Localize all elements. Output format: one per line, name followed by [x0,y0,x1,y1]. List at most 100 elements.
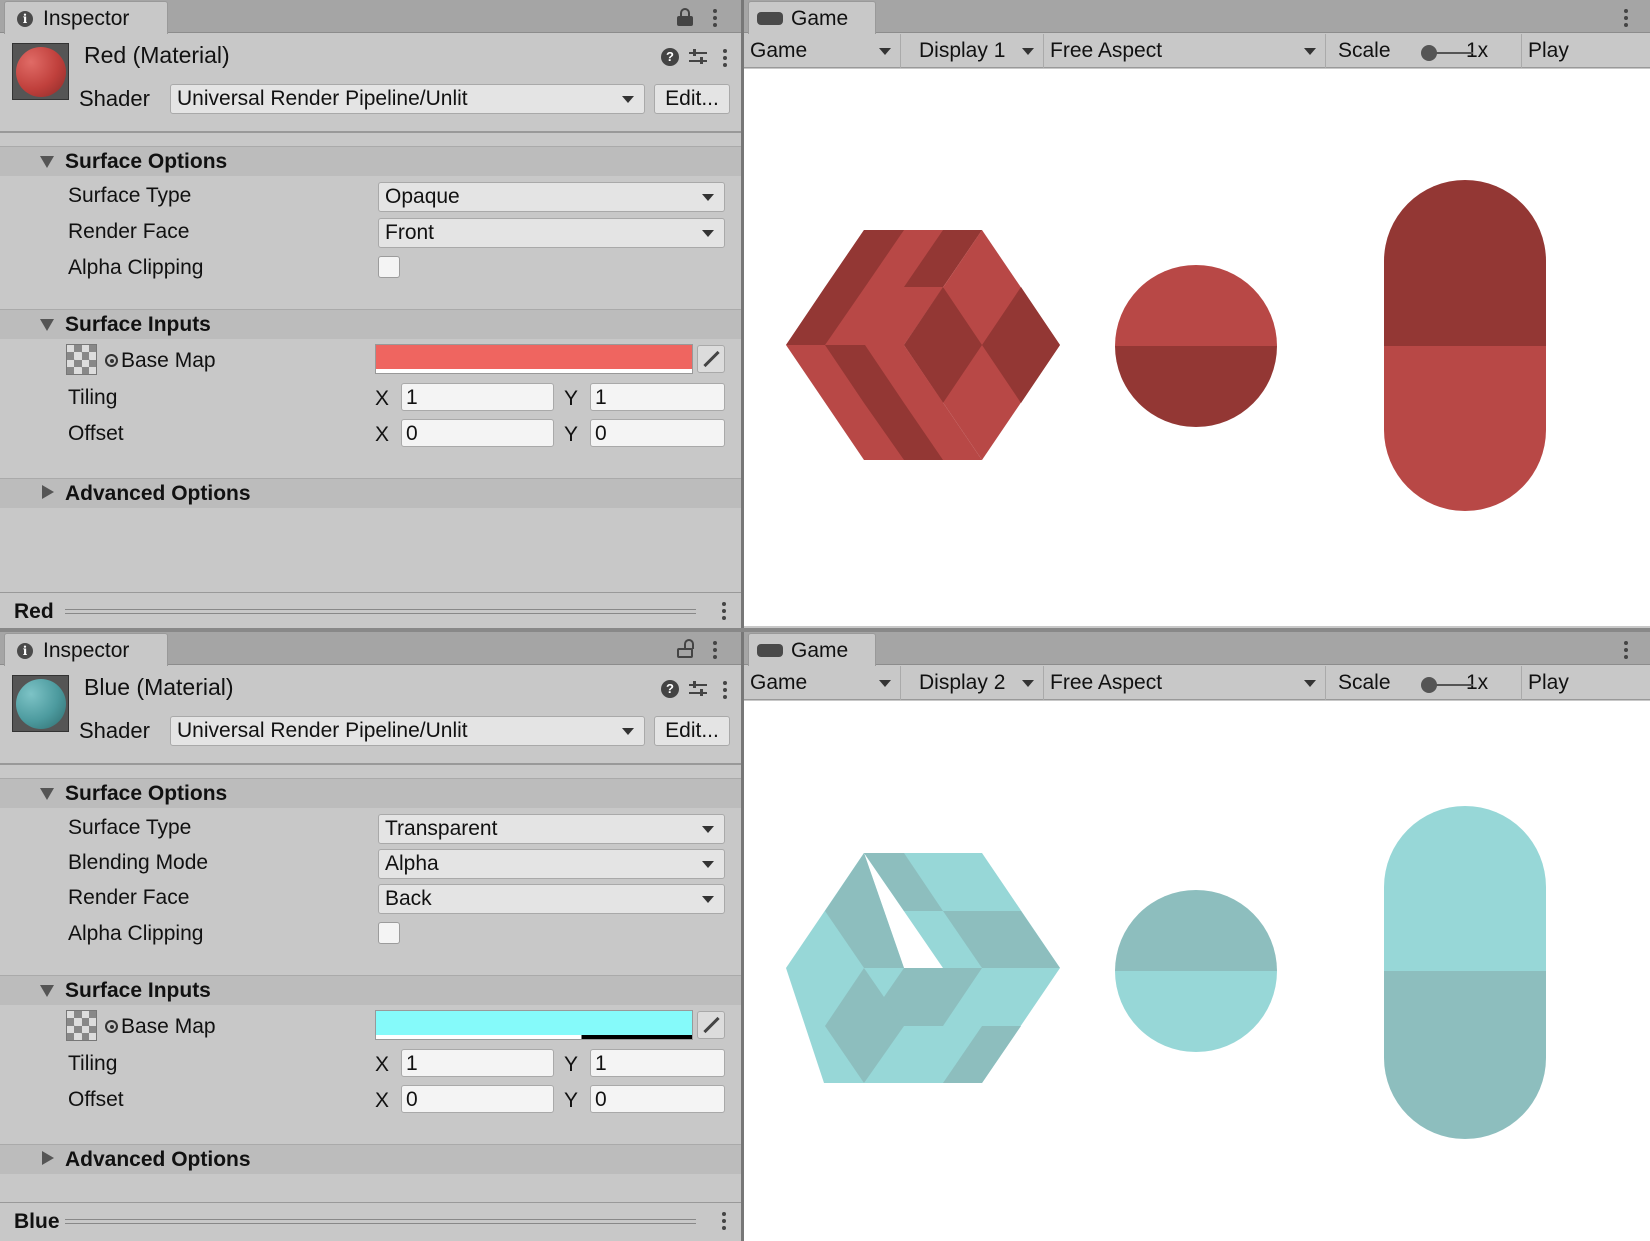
surface-type-dropdown[interactable]: Transparent [378,814,725,844]
alpha-clipping-checkbox[interactable] [378,922,400,944]
preview-splitter[interactable] [65,609,696,614]
preset-settings-icon[interactable] [689,48,707,66]
header-more-icon[interactable] [723,49,727,67]
object-picker-icon[interactable] [105,354,118,367]
more-options-icon[interactable] [713,9,717,27]
render-face-dropdown[interactable]: Back [378,884,725,914]
sphere-shape [1115,890,1277,1052]
surface-options-header[interactable]: Surface Options [0,778,741,808]
advanced-options-header[interactable]: Advanced Options [0,1144,741,1174]
scale-slider-knob[interactable] [1421,677,1437,693]
surface-type-dropdown[interactable]: Opaque [378,182,725,212]
tiling-y-label: Y [564,387,579,410]
material-header: Red (Material) ? Shader Universal Render… [0,34,741,131]
foldout-expanded-icon [40,319,54,331]
more-options-icon[interactable] [1624,641,1628,659]
scale-label: Scale [1338,671,1391,694]
play-mode-dropdown[interactable]: Play Unfocused [1522,666,1650,728]
view-mode-dropdown[interactable]: Game [744,34,901,68]
aspect-dropdown[interactable]: Free Aspect [1044,666,1326,700]
inspector-tab-bar: i Inspector [0,632,741,666]
gamepad-icon [757,644,783,657]
eyedropper-icon[interactable] [697,1011,725,1039]
edit-shader-button[interactable]: Edit... [654,716,730,746]
shader-dropdown[interactable]: Universal Render Pipeline/Unlit [170,84,645,114]
unlock-icon[interactable] [677,639,694,658]
display-dropdown[interactable]: Display 1 [901,34,1044,68]
tiling-x-field[interactable]: 1 [401,1049,554,1077]
view-mode-value: Game [750,671,808,694]
game-viewport[interactable] [744,701,1650,1241]
offset-y-field[interactable]: 0 [590,419,725,447]
display-dropdown[interactable]: Display 2 [901,666,1044,700]
scale-slider-knob[interactable] [1421,45,1437,61]
surface-inputs-title: Surface Inputs [65,979,211,1002]
horizontal-split-divider[interactable] [0,628,1650,632]
material-preview-thumbnail [12,43,69,100]
render-face-dropdown[interactable]: Front [378,218,725,248]
vertical-split-divider[interactable] [741,0,744,1241]
view-mode-value: Game [750,39,808,62]
header-more-icon[interactable] [723,681,727,699]
surface-inputs-header[interactable]: Surface Inputs [0,309,741,339]
offset-y-field[interactable]: 0 [590,1085,725,1113]
alpha-clipping-checkbox[interactable] [378,256,400,278]
footer-more-icon[interactable] [722,1212,726,1230]
advanced-options-header[interactable]: Advanced Options [0,478,741,508]
lock-icon[interactable] [677,8,693,26]
offset-y-label: Y [564,1089,579,1112]
inspector-tab[interactable]: i Inspector [4,633,168,666]
game-tab-bar: Game [744,632,1650,666]
tiling-x-field[interactable]: 1 [401,383,554,411]
surface-type-label: Surface Type [68,816,192,839]
help-icon[interactable]: ? [661,48,679,66]
base-map-color-field[interactable] [375,344,693,374]
material-preview-sphere [16,47,66,97]
offset-x-field[interactable]: 0 [401,1085,554,1113]
inspector-tab[interactable]: i Inspector [4,1,168,34]
chevron-down-icon [702,230,714,237]
blending-mode-value: Alpha [385,852,439,875]
chevron-down-icon [622,728,634,735]
more-options-icon[interactable] [1624,9,1628,27]
surface-inputs-header[interactable]: Surface Inputs [0,975,741,1005]
object-picker-icon[interactable] [105,1020,118,1033]
game-viewport[interactable] [744,69,1650,626]
tiling-x-label: X [375,1053,390,1076]
material-preview-thumbnail [12,675,69,732]
base-map-texture-slot[interactable] [66,1010,97,1041]
shader-dropdown[interactable]: Universal Render Pipeline/Unlit [170,716,645,746]
footer-more-icon[interactable] [722,602,726,620]
eyedropper-icon[interactable] [697,345,725,373]
alpha-clipping-label: Alpha Clipping [68,256,204,279]
capsule-shape [1384,180,1546,511]
offset-label: Offset [68,1088,124,1111]
header-icons: ? [661,680,731,700]
tiling-y-field[interactable]: 1 [590,1049,725,1077]
game-tab[interactable]: Game [748,633,876,666]
game-tab[interactable]: Game [748,1,876,34]
offset-x-field[interactable]: 0 [401,419,554,447]
sphere-bottom-half [1115,971,1277,1052]
aspect-dropdown[interactable]: Free Aspect [1044,34,1326,68]
tiling-y-field[interactable]: 1 [590,383,725,411]
game-panel-top: Game Game Display 1 Free Aspect Scale 1x … [744,0,1650,628]
display-value: Display 1 [919,39,1006,62]
shader-value: Universal Render Pipeline/Unlit [177,719,468,742]
scale-value: 1x [1466,39,1489,62]
render-face-label: Render Face [68,220,190,243]
chevron-down-icon [1304,680,1316,687]
surface-options-header[interactable]: Surface Options [0,146,741,176]
gamepad-icon [757,12,783,25]
play-mode-dropdown[interactable]: Play Unfocused [1522,34,1650,96]
help-icon[interactable]: ? [661,680,679,698]
view-mode-dropdown[interactable]: Game [744,666,901,700]
base-map-texture-slot[interactable] [66,344,97,375]
preset-settings-icon[interactable] [689,680,707,698]
edit-shader-button[interactable]: Edit... [654,84,730,114]
base-map-color-field[interactable] [375,1010,693,1040]
more-options-icon[interactable] [713,641,717,659]
chevron-down-icon [879,680,891,687]
blending-mode-dropdown[interactable]: Alpha [378,849,725,879]
preview-splitter[interactable] [65,1219,696,1224]
